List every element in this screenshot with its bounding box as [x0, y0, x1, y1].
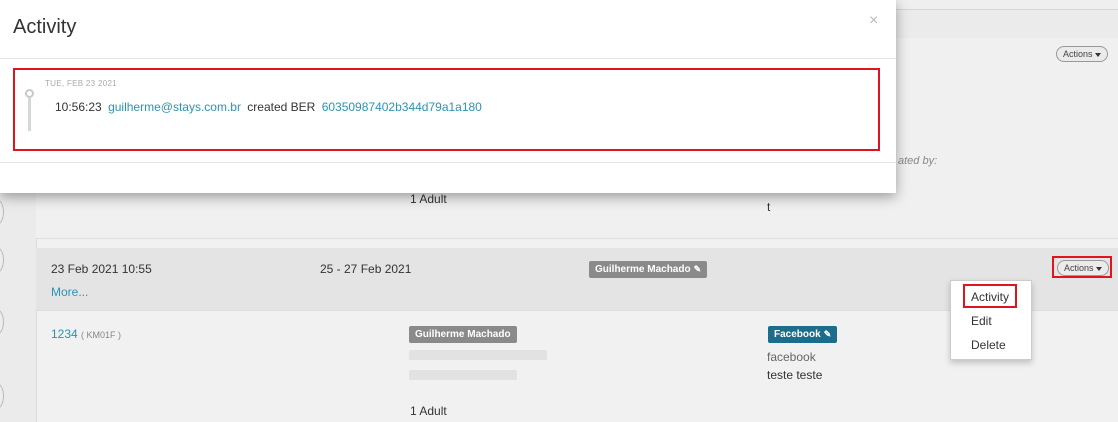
placeholder-bar: [409, 370, 517, 380]
agent-tag: Guilherme Machado: [409, 326, 517, 343]
menu-item-delete[interactable]: Delete: [971, 338, 1006, 352]
created-date: 23 Feb 2021 10:55: [51, 262, 152, 276]
pencil-icon: ✎: [693, 264, 702, 274]
listing-id-link[interactable]: 1234 ( KM01F ): [51, 327, 121, 341]
stay-period: 25 - 27 Feb 2021: [320, 262, 412, 276]
modal-title: Activity: [13, 16, 77, 38]
activity-highlight: [963, 284, 1017, 308]
activity-modal: Activity × TUE, FEB 23 2021 10:56:23 gui…: [0, 0, 896, 193]
side-handle[interactable]: [0, 382, 4, 410]
agent-tag-label: Guilherme Machado: [415, 329, 511, 340]
actions-button[interactable]: Actions: [1056, 46, 1108, 62]
guests-count: 1 Adult: [410, 404, 447, 418]
guest-name: teste teste: [767, 368, 823, 382]
listing-id: 1234: [51, 327, 78, 341]
entry-highlight: [13, 68, 880, 151]
agent-tag[interactable]: Guilherme Machado ✎: [589, 261, 708, 278]
more-link[interactable]: More...: [51, 285, 88, 299]
channel-name: facebook: [767, 350, 816, 364]
reservation-note: t: [767, 200, 771, 214]
menu-item-edit[interactable]: Edit: [971, 314, 992, 328]
caret-down-icon: [1094, 52, 1101, 57]
listing-code: ( KM01F ): [81, 330, 122, 340]
pencil-icon: ✎: [823, 329, 832, 339]
created-by-label: ated by:: [898, 155, 938, 167]
close-icon[interactable]: ×: [869, 12, 878, 30]
channel-tag[interactable]: Facebook ✎: [768, 326, 838, 343]
actions-label: Actions: [1063, 49, 1093, 59]
side-handle[interactable]: [0, 246, 4, 274]
placeholder-bar: [409, 350, 547, 360]
side-handle[interactable]: [0, 198, 4, 226]
agent-tag-label: Guilherme Machado: [595, 264, 691, 275]
modal-divider: [0, 58, 896, 59]
actions-highlight: [1052, 256, 1112, 278]
side-handle[interactable]: [0, 308, 4, 336]
channel-tag-label: Facebook: [774, 329, 821, 340]
modal-divider: [0, 162, 896, 163]
top-bar: [896, 0, 1118, 10]
row-divider: [36, 238, 1118, 239]
guests-count: 1 Adult: [410, 192, 447, 206]
